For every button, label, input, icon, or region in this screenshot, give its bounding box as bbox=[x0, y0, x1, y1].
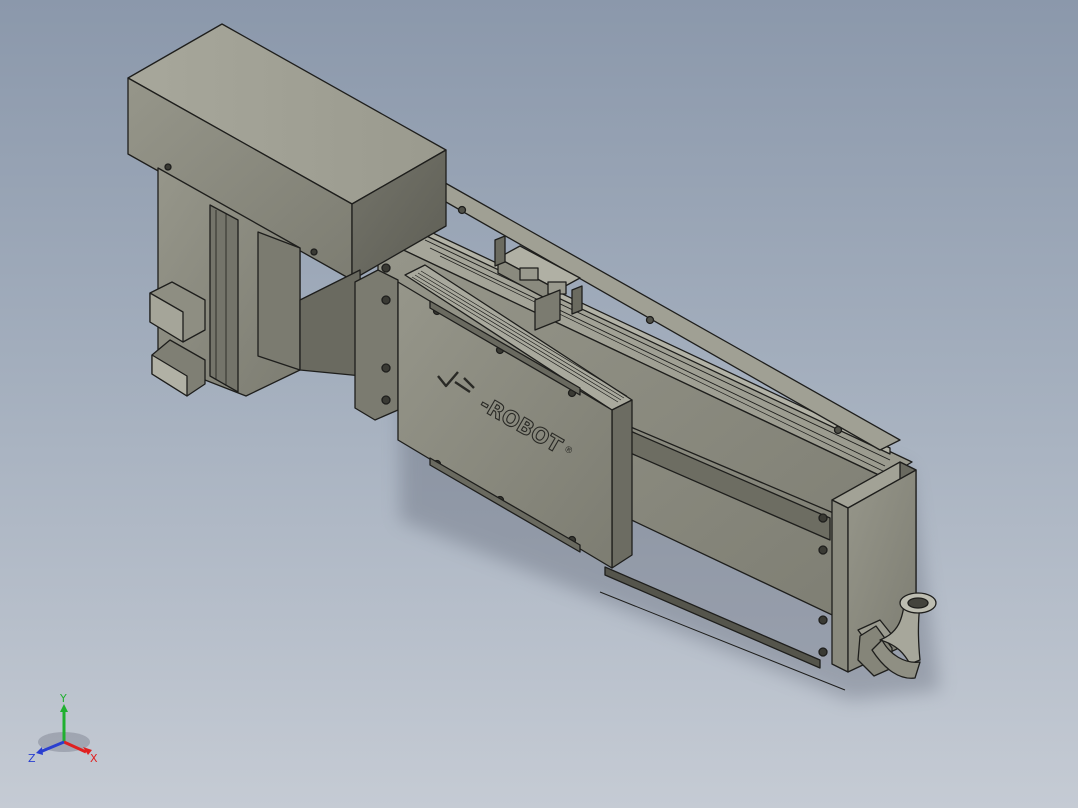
x-axis-label: X bbox=[90, 752, 98, 765]
orientation-triad[interactable]: Y X Z bbox=[22, 690, 112, 770]
actuator-model[interactable]: -ROBOT ® bbox=[0, 0, 1078, 808]
y-axis-label: Y bbox=[59, 692, 67, 705]
actuator-assembly bbox=[127, 23, 937, 691]
z-axis-label: Z bbox=[28, 752, 36, 765]
coupling-flange bbox=[354, 263, 399, 421]
z-axis-head bbox=[36, 747, 43, 755]
graphics-viewport[interactable]: -ROBOT ® Y X Z bbox=[0, 0, 1078, 808]
y-axis-head bbox=[60, 704, 68, 712]
